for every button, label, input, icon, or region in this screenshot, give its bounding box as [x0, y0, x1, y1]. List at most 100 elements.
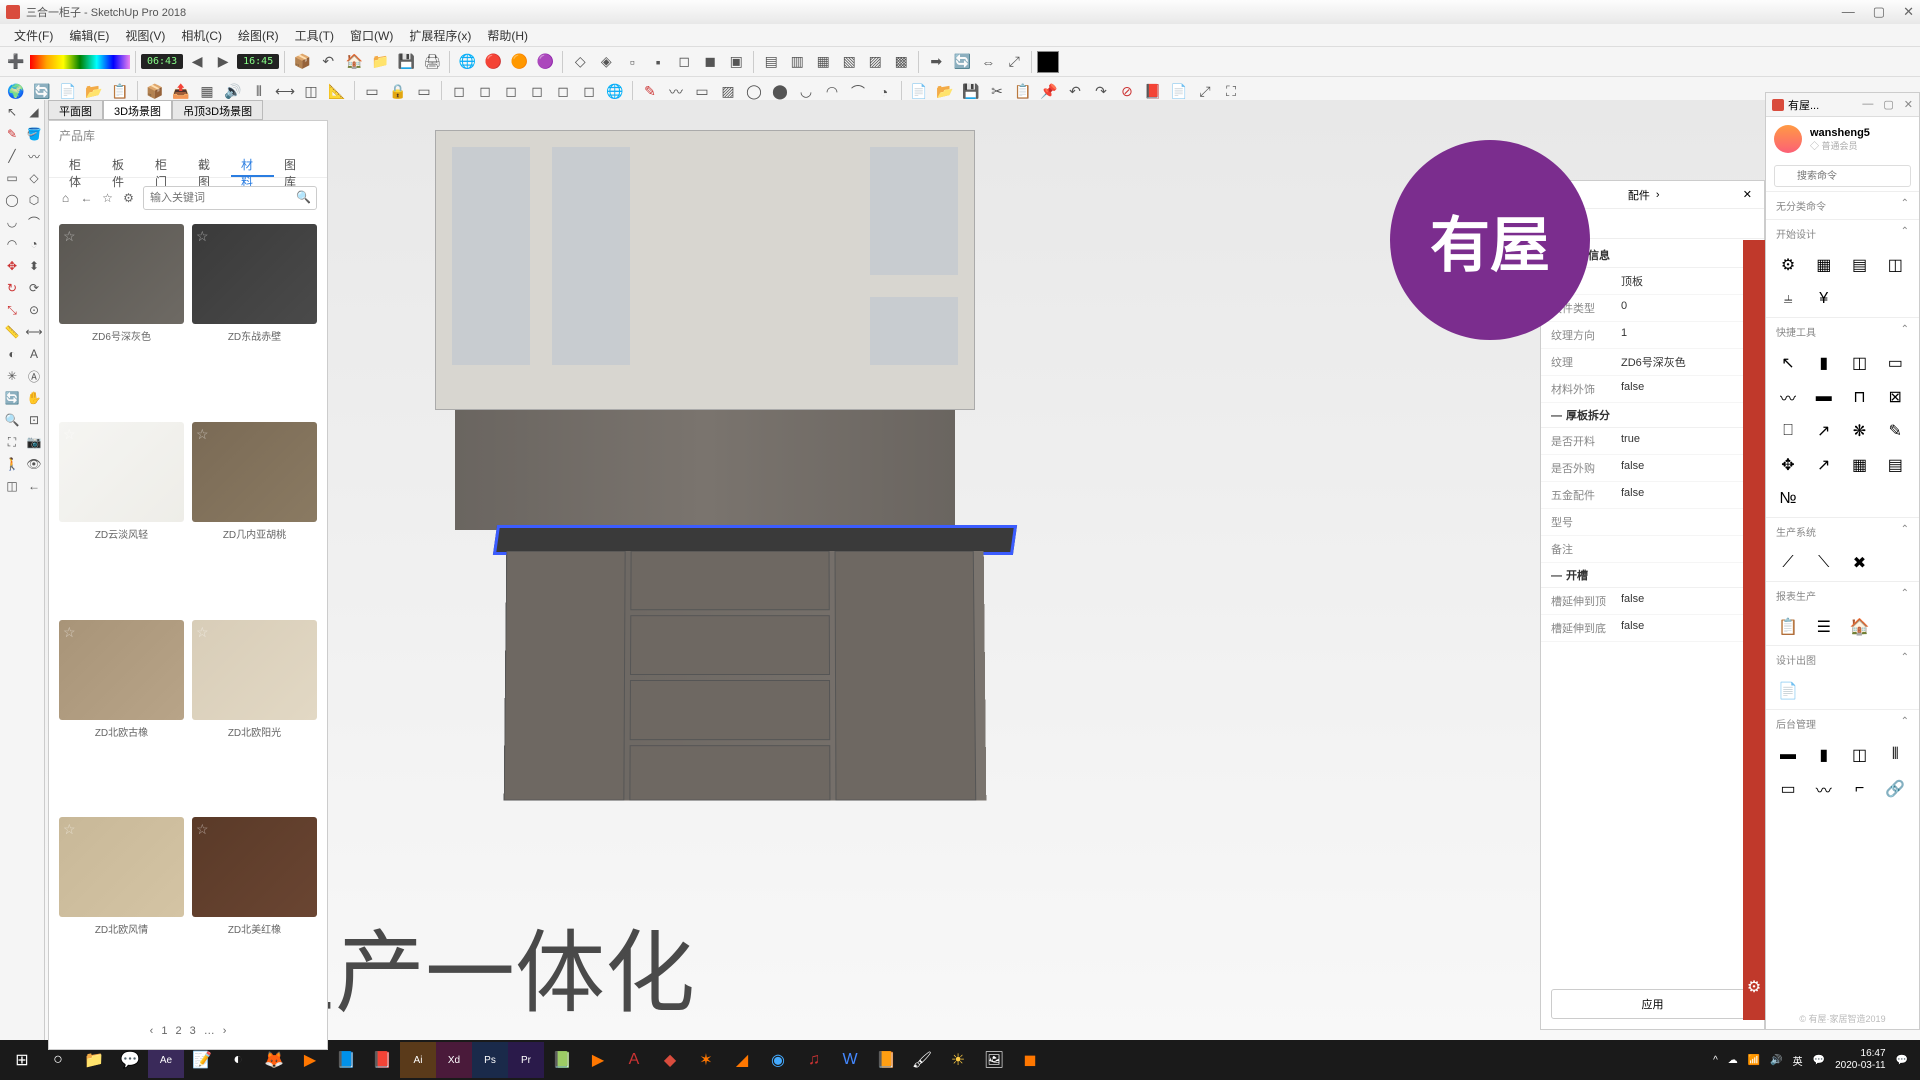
tb-scale-icon[interactable]: ⤢	[1002, 50, 1026, 74]
pg-house-icon[interactable]: 🏠	[1846, 613, 1874, 641]
pg-stack-icon[interactable]: ▬	[1810, 383, 1838, 411]
task-app5-icon[interactable]: ◼	[1012, 1042, 1048, 1078]
zoomext-tool-icon[interactable]: ⛶	[2, 432, 22, 452]
pager-prev[interactable]: ‹	[150, 1025, 154, 1037]
scale-tool-icon[interactable]: ⤡	[2, 300, 22, 320]
chevron-icon[interactable]: ⌃	[1901, 198, 1909, 213]
gear-icon[interactable]: ⚙	[122, 188, 135, 208]
prop-value[interactable]: false	[1621, 487, 1754, 503]
plugin-max-icon[interactable]: ▢	[1883, 98, 1893, 111]
pager-2[interactable]: 2	[175, 1025, 181, 1037]
tray-net-icon[interactable]: 📶	[1748, 1055, 1760, 1066]
text-tool-icon[interactable]: A	[24, 344, 44, 364]
prop-row[interactable]: 是否外购false	[1541, 455, 1764, 482]
menu-draw[interactable]: 绘图(R)	[230, 25, 287, 46]
pg-fan-icon[interactable]: ❋	[1846, 417, 1874, 445]
plugin-search-input[interactable]	[1774, 165, 1911, 187]
pg-door-icon[interactable]: ⎕	[1774, 417, 1802, 445]
material-item[interactable]: ☆ZD北欧古橡	[59, 620, 184, 810]
pg-gear-icon[interactable]: ⚙	[1774, 251, 1802, 279]
pg-cursor-icon[interactable]: ↖	[1774, 349, 1802, 377]
sec-design-output[interactable]: 设计出图	[1776, 652, 1816, 667]
tb-next-icon[interactable]: ▶	[211, 50, 235, 74]
chevron-icon[interactable]: ⌃	[1901, 324, 1909, 339]
pg-wave-icon[interactable]: 〰	[1774, 383, 1802, 411]
color-swatch[interactable]	[1037, 51, 1059, 73]
tray-cloud-icon[interactable]: ☁	[1728, 1055, 1738, 1066]
prop-value[interactable]: false	[1621, 460, 1754, 476]
pg-screw1-icon[interactable]: ⟋	[1774, 549, 1802, 577]
polygon-tool-icon[interactable]: ⬡	[24, 190, 44, 210]
tab-material[interactable]: 材料	[231, 150, 274, 177]
plugin-min-icon[interactable]: —	[1862, 98, 1873, 111]
pg-export-icon[interactable]: ↗	[1810, 417, 1838, 445]
tb-plus-icon[interactable]: ➕	[4, 50, 28, 74]
task-sketchup-icon[interactable]: ◆	[652, 1042, 688, 1078]
pg-bars-icon[interactable]: ▮	[1810, 741, 1838, 769]
camera-tool-icon[interactable]: 📷	[24, 432, 44, 452]
3dtext-tool-icon[interactable]: Ⓐ	[24, 366, 44, 386]
task-xd-icon[interactable]: Xd	[436, 1042, 472, 1078]
pager-3[interactable]: 3	[190, 1025, 196, 1037]
pg-wave2-icon[interactable]: 〰	[1810, 775, 1838, 803]
prop-row[interactable]: 五金配件false	[1541, 482, 1764, 509]
material-swatch[interactable]: ☆	[59, 817, 184, 917]
pg-list-icon[interactable]: ☰	[1810, 613, 1838, 641]
pg-picker-icon[interactable]: ✎	[1881, 417, 1909, 445]
tab-capture[interactable]: 截图	[188, 150, 231, 177]
material-item[interactable]: ☆ZD几内亚胡桃	[192, 422, 317, 612]
prop-value[interactable]: 顶板	[1621, 273, 1754, 289]
prop-value[interactable]: 1	[1621, 327, 1754, 343]
sec-quick-tools[interactable]: 快捷工具	[1776, 324, 1816, 339]
tb-cube3-icon[interactable]: ▫	[620, 50, 644, 74]
tb-layer3-icon[interactable]: ▦	[811, 50, 835, 74]
tb-undo-icon[interactable]: ↶	[316, 50, 340, 74]
tb-sphere3-icon[interactable]: 🟠	[507, 50, 531, 74]
tray-vol-icon[interactable]: 🔊	[1770, 1055, 1782, 1066]
sec-report[interactable]: 报表生产	[1776, 588, 1816, 603]
pg-cols-icon[interactable]: ◫	[1846, 349, 1874, 377]
scene-tab-ceiling[interactable]: 吊顶3D场景图	[172, 100, 263, 120]
pg-arrow-icon[interactable]: ↗	[1810, 451, 1838, 479]
prop-value[interactable]: false	[1621, 593, 1754, 609]
prop-value[interactable]: false	[1621, 381, 1754, 397]
close-button[interactable]: ✕	[1903, 4, 1914, 20]
material-item[interactable]: ☆ZD北欧阳光	[192, 620, 317, 810]
plugin-close-icon[interactable]: ✕	[1904, 98, 1913, 111]
material-item[interactable]: ☆ZD北欧风情	[59, 817, 184, 1007]
dim-tool-icon[interactable]: ⟷	[24, 322, 44, 342]
pushpull-tool-icon[interactable]: ⬍	[24, 256, 44, 276]
rotrect-tool-icon[interactable]: ◇	[24, 168, 44, 188]
tb-rotate-icon[interactable]: 🔄	[950, 50, 974, 74]
pager-1[interactable]: 1	[161, 1025, 167, 1037]
pg-screw3-icon[interactable]: ✖	[1846, 549, 1874, 577]
task-ps-icon[interactable]: Ps	[472, 1042, 508, 1078]
scene-tab-plan[interactable]: 平面图	[48, 100, 103, 120]
tab-board[interactable]: 板件	[102, 150, 145, 177]
props-next[interactable]: ›	[1656, 189, 1660, 201]
task-app3-icon[interactable]: ◢	[724, 1042, 760, 1078]
pg-doc-icon[interactable]: 📄	[1774, 677, 1802, 705]
look-tool-icon[interactable]: 👁	[24, 454, 44, 474]
back-icon[interactable]: ←	[80, 188, 93, 208]
pg-shelf-icon[interactable]: ▬	[1774, 741, 1802, 769]
prop-row[interactable]: 备注	[1541, 536, 1764, 563]
pg-calc-icon[interactable]: ▤	[1881, 451, 1909, 479]
pg-col-icon[interactable]: ▮	[1810, 349, 1838, 377]
task-pr-icon[interactable]: Pr	[508, 1042, 544, 1078]
task-excel-icon[interactable]: 📗	[544, 1042, 580, 1078]
zoomwin-tool-icon[interactable]: ⊡	[24, 410, 44, 430]
maximize-button[interactable]: ▢	[1873, 4, 1885, 20]
pager-next[interactable]: ›	[223, 1025, 227, 1037]
chevron-icon[interactable]: ⌃	[1901, 652, 1909, 667]
task-ppt-icon[interactable]: 📙	[868, 1042, 904, 1078]
tb-mirror-icon[interactable]: ⇔	[976, 50, 1000, 74]
tb-layer1-icon[interactable]: ▤	[759, 50, 783, 74]
pg-barcode-icon[interactable]: ⦀	[1881, 741, 1909, 769]
rotate-tool-icon[interactable]: ↻	[2, 278, 22, 298]
pg-box-icon[interactable]: ▭	[1774, 775, 1802, 803]
material-swatch[interactable]: ☆	[192, 817, 317, 917]
tb-layer2-icon[interactable]: ▥	[785, 50, 809, 74]
chevron-icon[interactable]: ⌃	[1901, 524, 1909, 539]
zoom-tool-icon[interactable]: 🔍	[2, 410, 22, 430]
